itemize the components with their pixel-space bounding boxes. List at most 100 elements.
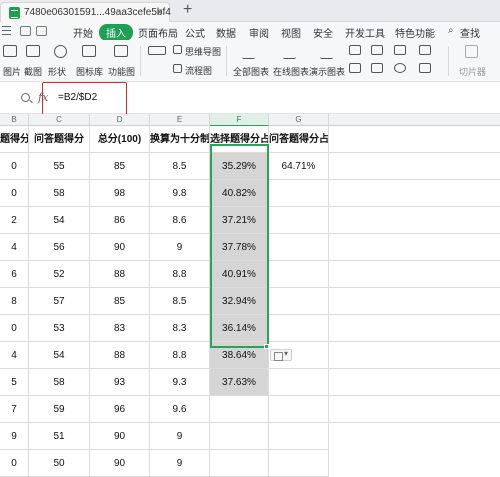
table-cell[interactable]: 36.14% [210, 315, 269, 342]
table-cell[interactable] [269, 450, 329, 477]
column-header-c[interactable]: C [29, 114, 90, 126]
menu-tab-developer[interactable]: 开发工具 [345, 25, 385, 40]
table-cell[interactable]: 85 [90, 153, 150, 180]
table-cell[interactable]: 9 [0, 423, 29, 450]
line-chart-icon[interactable] [371, 45, 383, 55]
table-cell[interactable]: 4 [0, 234, 29, 261]
table-cell[interactable]: 7 [0, 396, 29, 423]
slicer-label[interactable]: 切片器 [459, 65, 486, 78]
table-cell[interactable]: 8.5 [150, 288, 210, 315]
empty-cell[interactable] [329, 234, 500, 261]
table-cell[interactable] [269, 396, 329, 423]
autofill-options-icon[interactable] [270, 349, 292, 361]
menu-tab-home[interactable]: 开始 [73, 25, 93, 40]
mind-map-label[interactable]: 思维导图 [185, 45, 221, 58]
search-icon[interactable]: ⌕ [448, 25, 454, 36]
table-cell[interactable]: 37.63% [210, 369, 269, 396]
empty-cell[interactable] [329, 288, 500, 315]
menu-tab-page-layout[interactable]: 页面布局 [138, 25, 178, 40]
table-cell[interactable]: 52 [29, 261, 90, 288]
empty-cell[interactable] [329, 315, 500, 342]
sparkline-icon[interactable] [419, 45, 431, 55]
pie-chart-icon[interactable] [394, 45, 406, 55]
header-cell[interactable]: 问答题得分 [29, 126, 90, 153]
table-cell[interactable]: 98 [90, 180, 150, 207]
table-cell[interactable]: 88 [90, 342, 150, 369]
table-cell[interactable]: 90 [90, 423, 150, 450]
function-chart-icon[interactable] [114, 45, 128, 57]
table-cell[interactable]: 9 [150, 450, 210, 477]
table-cell[interactable]: 90 [90, 234, 150, 261]
empty-cell[interactable] [329, 153, 500, 180]
empty-cell[interactable] [329, 126, 500, 153]
online-charts-label[interactable]: 在线图表 [273, 65, 309, 78]
table-cell[interactable]: 8.8 [150, 261, 210, 288]
table-cell[interactable]: 58 [29, 369, 90, 396]
shape-icon[interactable] [54, 45, 67, 58]
table-cell[interactable] [269, 315, 329, 342]
table-cell[interactable] [269, 261, 329, 288]
table-cell[interactable]: 58 [29, 180, 90, 207]
column-header-e[interactable]: E [150, 114, 210, 126]
table-cell[interactable]: 0 [0, 153, 29, 180]
all-charts-label[interactable]: 全部图表 [233, 65, 269, 78]
table-cell[interactable]: 4 [0, 342, 29, 369]
column-header-b[interactable]: B [0, 114, 29, 126]
table-cell[interactable]: 53 [29, 315, 90, 342]
menu-tab-review[interactable]: 审阅 [249, 25, 269, 40]
icon-library-icon[interactable] [82, 45, 96, 57]
empty-cell[interactable] [329, 207, 500, 234]
header-cell[interactable]: 选择题得分占比 [210, 126, 269, 153]
table-cell[interactable]: 0 [0, 450, 29, 477]
menu-tab-insert[interactable]: 插入 [99, 24, 133, 41]
table-cell[interactable]: 0 [0, 180, 29, 207]
table-cell[interactable]: 8.3 [150, 315, 210, 342]
document-tab[interactable]: 7480e06301591...49aa3cefe5bf4 × [0, 2, 171, 22]
empty-cell[interactable] [329, 396, 500, 423]
table-cell[interactable]: 8.8 [150, 342, 210, 369]
table-cell[interactable]: 9 [150, 423, 210, 450]
table-cell[interactable]: 51 [29, 423, 90, 450]
online-charts-icon[interactable] [283, 44, 296, 59]
table-cell[interactable]: 96 [90, 396, 150, 423]
empty-cell[interactable] [329, 261, 500, 288]
table-cell[interactable]: 5 [0, 369, 29, 396]
header-cell[interactable]: 题得分 [0, 126, 29, 153]
table-cell[interactable]: 9.8 [150, 180, 210, 207]
icon-library-label[interactable]: 图标库 [76, 65, 103, 78]
header-cell[interactable]: 总分(100) [90, 126, 150, 153]
new-tab-button[interactable]: + [183, 1, 192, 19]
menu-tab-data[interactable]: 数据 [216, 25, 236, 40]
close-tab-icon[interactable]: × [156, 5, 163, 19]
table-cell[interactable] [210, 396, 269, 423]
table-cell[interactable]: 54 [29, 207, 90, 234]
column-header-g[interactable]: G [269, 114, 329, 126]
chart-type-icon[interactable] [148, 46, 166, 55]
demo-charts-label[interactable]: 演示图表 [309, 65, 345, 78]
save-icon[interactable] [20, 26, 31, 36]
column-header-d[interactable]: D [90, 114, 150, 126]
table-cell[interactable] [269, 180, 329, 207]
table-cell[interactable]: 8.5 [150, 153, 210, 180]
table-cell[interactable] [210, 423, 269, 450]
table-cell[interactable]: 2 [0, 207, 29, 234]
empty-cell[interactable] [329, 342, 500, 369]
table-cell[interactable] [269, 288, 329, 315]
flowchart-label[interactable]: 流程图 [185, 64, 212, 77]
table-cell[interactable]: 35.29% [210, 153, 269, 180]
table-cell[interactable]: 0 [0, 315, 29, 342]
header-cell[interactable]: 换算为十分制 [150, 126, 210, 153]
demo-charts-icon[interactable] [320, 44, 333, 59]
table-cell[interactable]: 37.78% [210, 234, 269, 261]
area-chart-icon[interactable] [349, 63, 361, 73]
zoom-icon[interactable] [21, 93, 30, 102]
mind-map-icon[interactable] [173, 45, 182, 54]
menu-icon[interactable] [2, 26, 11, 35]
table-cell[interactable]: 8 [0, 288, 29, 315]
search-label[interactable]: 查找 [460, 25, 480, 40]
table-cell[interactable]: 90 [90, 450, 150, 477]
table-cell[interactable]: 83 [90, 315, 150, 342]
menu-tab-view[interactable]: 视图 [281, 25, 301, 40]
all-charts-icon[interactable] [242, 44, 255, 59]
print-icon[interactable] [36, 26, 47, 36]
